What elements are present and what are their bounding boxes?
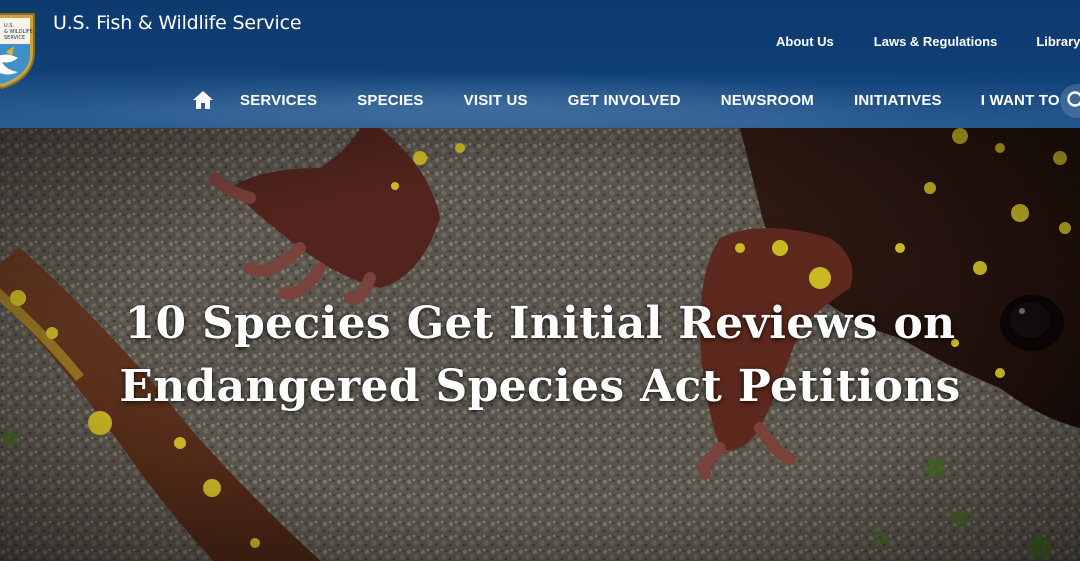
nav-item-services[interactable]: SERVICES [240, 92, 317, 109]
utility-link-about-us[interactable]: About Us [776, 34, 834, 49]
nav-item-get-involved[interactable]: GET INVOLVED [568, 92, 681, 109]
site-title[interactable]: U.S. Fish & Wildlife Service [53, 12, 302, 34]
hero-headline[interactable]: 10 Species Get Initial Reviews on Endang… [60, 292, 1020, 418]
utility-link-laws-regulations[interactable]: Laws & Regulations [874, 34, 998, 49]
hero-banner[interactable]: 10 Species Get Initial Reviews on Endang… [0, 128, 1080, 561]
nav-item-newsroom[interactable]: NEWSROOM [721, 92, 814, 109]
svg-text:SERVICE: SERVICE [4, 35, 25, 41]
hero-headline-line-1: 10 Species Get Initial Reviews on [124, 298, 956, 349]
nav-item-visit-us[interactable]: VISIT US [464, 92, 528, 109]
utility-link-library[interactable]: Library [1036, 34, 1080, 49]
nav-item-species[interactable]: SPECIES [357, 92, 423, 109]
nav-item-initiatives[interactable]: INITIATIVES [854, 92, 942, 109]
utility-nav: About Us Laws & Regulations Library [776, 34, 1080, 49]
usfws-badge-icon[interactable]: U.S. & WILDLIFE SERVICE [0, 12, 36, 90]
search-button[interactable] [1060, 84, 1080, 118]
home-icon[interactable] [192, 90, 214, 110]
search-icon [1067, 91, 1080, 107]
site-header: U.S. & WILDLIFE SERVICE U.S. Fish & Wild… [0, 0, 1080, 128]
hero-headline-line-2: Endangered Species Act Petitions [119, 361, 961, 412]
main-nav: SERVICES SPECIES VISIT US GET INVOLVED N… [192, 88, 1060, 112]
nav-item-i-want-to[interactable]: I WANT TO [981, 92, 1060, 109]
